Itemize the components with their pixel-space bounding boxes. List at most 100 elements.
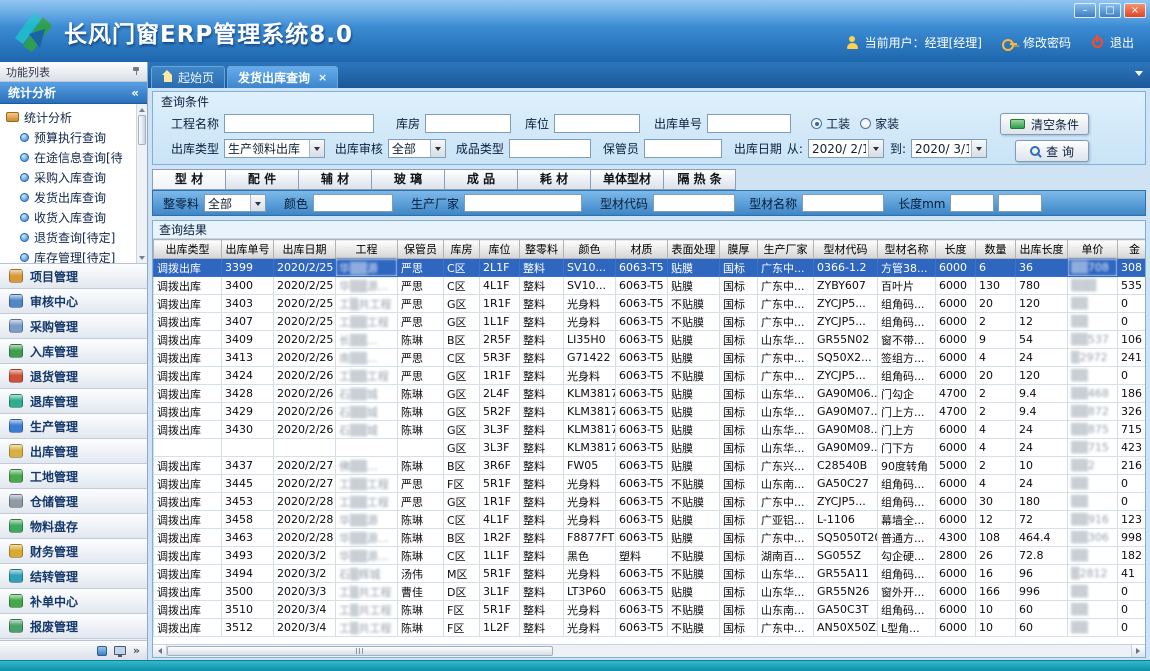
cell-out-date[interactable]: 2020/2/26	[274, 367, 336, 385]
table-row[interactable]: 调拨出库35102020/3/4工▒共工程陈琳F区5R1F整料光身料6063-T…	[154, 601, 1146, 619]
cell-project[interactable]: 工▒共工程	[336, 295, 398, 313]
cell-film[interactable]: 国标	[720, 313, 758, 331]
cell-color[interactable]: 光身料	[564, 619, 616, 637]
cell-film[interactable]: 国标	[720, 367, 758, 385]
cell-whole-part[interactable]: 整料	[520, 493, 564, 511]
cell-location[interactable]: 4L1F	[480, 511, 520, 529]
table-row[interactable]: 调拨出库35002020/3/3工▒共工程曹佳D区3L1F整料LT3P60606…	[154, 583, 1146, 601]
cell-out-date[interactable]: 2020/3/3	[274, 583, 336, 601]
cell-location[interactable]: 1L1F	[480, 313, 520, 331]
audit-select[interactable]: 全部	[388, 139, 446, 158]
tree-scrollbar[interactable]	[136, 104, 147, 263]
cell-amount[interactable]: 0	[1118, 475, 1146, 493]
cell-qty[interactable]: 16	[976, 565, 1016, 583]
cell-unit-price[interactable]: ▒▒	[1068, 367, 1118, 385]
cell-length[interactable]: 6000	[936, 601, 976, 619]
cell-profile-name[interactable]: 90度转角	[878, 457, 936, 475]
material-tab-0[interactable]: 型 材	[152, 169, 225, 190]
cell-unit-price[interactable]: ▒▒715	[1068, 439, 1118, 457]
cell-out-length[interactable]: 780	[1016, 277, 1068, 295]
cell-whole-part[interactable]: 整料	[520, 529, 564, 547]
cell-length[interactable]: 6000	[936, 583, 976, 601]
cell-order-no[interactable]: 3413	[222, 349, 274, 367]
cell-keeper[interactable]: 严思	[398, 493, 444, 511]
cell-color[interactable]: F8877FT	[564, 529, 616, 547]
cell-keeper[interactable]: 陈琳	[398, 547, 444, 565]
cell-manufacturer[interactable]: 山东南...	[758, 601, 814, 619]
cell-outbound-type[interactable]: 调拨出库	[154, 403, 222, 421]
cell-length[interactable]: 4300	[936, 529, 976, 547]
cell-outbound-type[interactable]: 调拨出库	[154, 295, 222, 313]
cell-color[interactable]: 光身料	[564, 565, 616, 583]
sidebar-module-0[interactable]: 项目管理	[0, 264, 147, 289]
cell-length[interactable]: 6000	[936, 349, 976, 367]
cell-material[interactable]: 6063-T5	[616, 619, 668, 637]
cell-profile-code[interactable]: GR55A11	[814, 565, 878, 583]
cell-length[interactable]: 6000	[936, 295, 976, 313]
cell-outbound-type[interactable]: 调拨出库	[154, 511, 222, 529]
cell-warehouse[interactable]: G区	[444, 493, 480, 511]
cell-profile-name[interactable]: 组角码...	[878, 295, 936, 313]
cell-color[interactable]: 光身料	[564, 511, 616, 529]
cell-surface[interactable]: 贴膜	[668, 403, 720, 421]
radio-industrial[interactable]: 工装	[811, 115, 850, 132]
col-project[interactable]: 工程	[336, 240, 398, 259]
cell-film[interactable]: 国标	[720, 349, 758, 367]
cell-keeper[interactable]: 严思	[398, 475, 444, 493]
cell-material[interactable]: 6063-T5	[616, 529, 668, 547]
cell-material[interactable]: 6063-T5	[616, 475, 668, 493]
cell-project[interactable]: 工▒共工程	[336, 583, 398, 601]
cell-keeper[interactable]: 严思	[398, 313, 444, 331]
cell-order-no[interactable]: 3429	[222, 403, 274, 421]
cell-keeper[interactable]: 陈琳	[398, 529, 444, 547]
cell-outbound-type[interactable]: 调拨出库	[154, 619, 222, 637]
cell-order-no[interactable]: 3512	[222, 619, 274, 637]
cell-project[interactable]: 华▒▒源	[336, 259, 398, 277]
date-from-picker[interactable]: 2020/ 2/16	[808, 139, 884, 158]
cell-keeper[interactable]: 严思	[398, 295, 444, 313]
cell-surface[interactable]: 不贴膜	[668, 475, 720, 493]
cell-qty[interactable]: 108	[976, 529, 1016, 547]
cell-color[interactable]: 光身料	[564, 313, 616, 331]
cell-location[interactable]: 5R1F	[480, 475, 520, 493]
col-outbound-type[interactable]: 出库类型	[154, 240, 222, 259]
col-manufacturer[interactable]: 生产厂家	[758, 240, 814, 259]
cell-out-length[interactable]: 10	[1016, 457, 1068, 475]
material-tab-5[interactable]: 耗 材	[517, 169, 590, 190]
cell-profile-code[interactable]: SQ50X2...	[814, 349, 878, 367]
col-unit-price[interactable]: 单价	[1068, 240, 1118, 259]
cell-amount[interactable]: 535	[1118, 277, 1146, 295]
table-row[interactable]: 调拨出库34282020/2/26石▒▒城陈琳G区2L4F整料KLM381760…	[154, 385, 1146, 403]
cell-material[interactable]: 6063-T5	[616, 367, 668, 385]
cell-film[interactable]: 国标	[720, 529, 758, 547]
cell-location[interactable]: 5R2F	[480, 403, 520, 421]
cell-outbound-type[interactable]: 调拨出库	[154, 331, 222, 349]
cell-whole-part[interactable]: 整料	[520, 547, 564, 565]
cell-film[interactable]: 国标	[720, 547, 758, 565]
cell-profile-name[interactable]: 窗外开...	[878, 583, 936, 601]
cell-film[interactable]: 国标	[720, 565, 758, 583]
sidebar-module-14[interactable]: 报废管理	[0, 614, 147, 639]
cell-film[interactable]: 国标	[720, 385, 758, 403]
table-row[interactable]: 调拨出库34032020/2/25工▒共工程严思G区1R1F整料光身料6063-…	[154, 295, 1146, 313]
cell-profile-name[interactable]: 方管38...	[878, 259, 936, 277]
cell-location[interactable]: 3L1F	[480, 583, 520, 601]
cell-project[interactable]: 石▒▒城	[336, 421, 398, 439]
cell-out-date[interactable]: 2020/3/4	[274, 619, 336, 637]
cell-keeper[interactable]: 陈琳	[398, 619, 444, 637]
cell-order-no[interactable]: 3407	[222, 313, 274, 331]
cell-color[interactable]: 黑色	[564, 547, 616, 565]
cell-manufacturer[interactable]: 广东中...	[758, 313, 814, 331]
cell-profile-code[interactable]: ZYBY607	[814, 277, 878, 295]
sidebar-module-11[interactable]: 财务管理	[0, 539, 147, 564]
scroll-down-icon[interactable]	[137, 253, 147, 263]
cell-surface[interactable]: 贴膜	[668, 385, 720, 403]
cell-profile-code[interactable]: 0366-1.2	[814, 259, 878, 277]
cell-length[interactable]: 4700	[936, 385, 976, 403]
cell-length[interactable]: 6000	[936, 565, 976, 583]
sidebar-module-10[interactable]: 物料盘存	[0, 514, 147, 539]
cell-color[interactable]: LI35H0	[564, 331, 616, 349]
tree-item-2[interactable]: 采购入库查询	[6, 167, 133, 187]
cell-profile-name[interactable]: 门上方...	[878, 403, 936, 421]
cell-amount[interactable]: 0	[1118, 583, 1146, 601]
